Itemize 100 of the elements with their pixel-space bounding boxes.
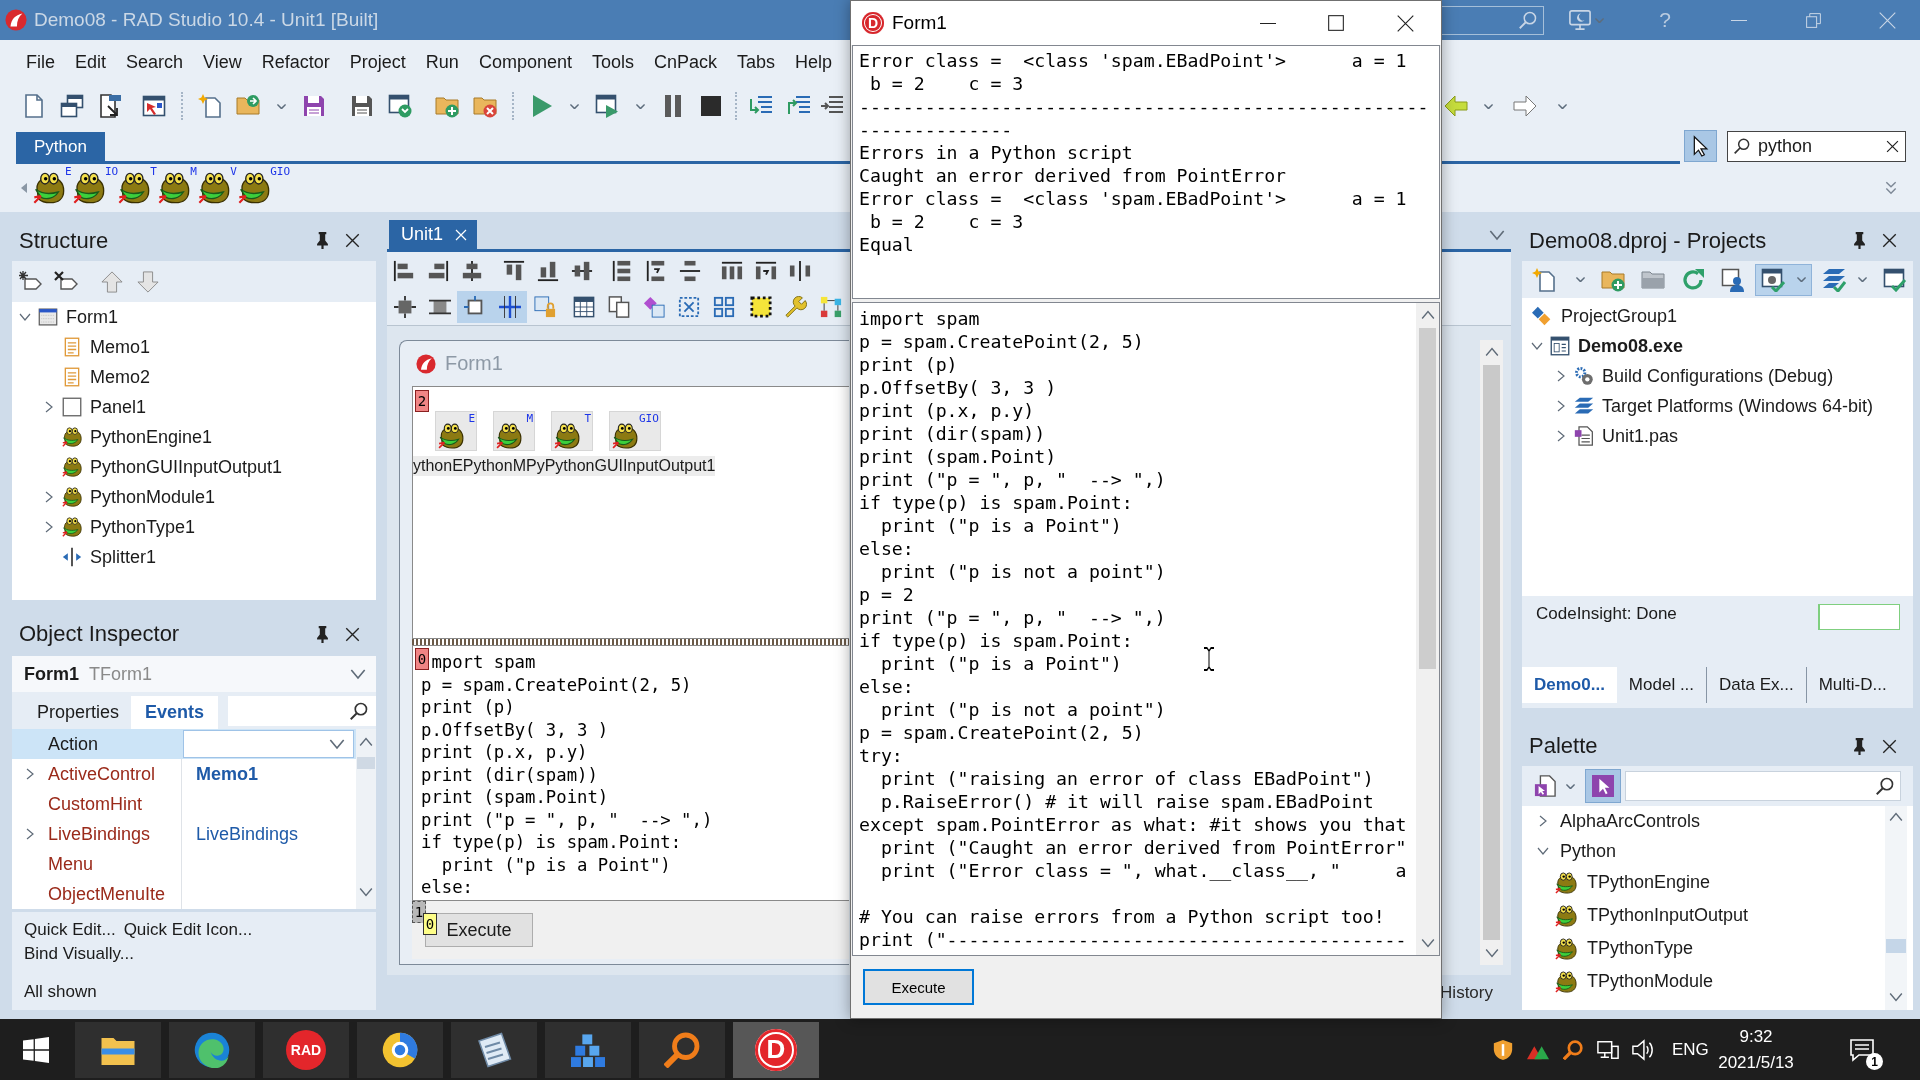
chevron-icon[interactable] bbox=[43, 401, 55, 413]
palette-group[interactable]: AlphaArcControls bbox=[1560, 810, 1701, 832]
chevron-up-icon[interactable] bbox=[359, 735, 373, 749]
chevron-icon[interactable] bbox=[24, 828, 36, 840]
palette-group[interactable]: Python bbox=[1560, 840, 1617, 862]
selection-icon[interactable] bbox=[749, 296, 772, 318]
tree-item[interactable]: ProjectGroup1 bbox=[1561, 305, 1678, 327]
close-icon[interactable] bbox=[345, 626, 360, 642]
caret-icon[interactable] bbox=[635, 103, 645, 109]
panel-tab[interactable]: Multi-D... bbox=[1805, 667, 1899, 703]
tree-item[interactable]: Build Configurations (Debug) bbox=[1602, 365, 1834, 387]
save-icon[interactable] bbox=[302, 94, 326, 118]
tree-item[interactable]: Demo08.exe bbox=[1578, 335, 1684, 357]
document-icon[interactable] bbox=[22, 94, 46, 118]
tree-item[interactable]: Memo2 bbox=[90, 366, 151, 388]
folder-remove-icon[interactable] bbox=[473, 94, 497, 118]
frog-icon[interactable] bbox=[158, 172, 191, 204]
palette-tab[interactable]: Python bbox=[16, 132, 105, 161]
frog-icon[interactable] bbox=[33, 172, 65, 204]
property-row[interactable]: Action bbox=[12, 729, 356, 759]
tree-item[interactable]: Memo1 bbox=[90, 336, 151, 358]
palette-item[interactable]: TPythonType bbox=[1587, 938, 1694, 959]
menu-item[interactable]: View bbox=[203, 51, 242, 73]
caret-icon[interactable] bbox=[1576, 277, 1585, 282]
toolbar-button[interactable] bbox=[1755, 263, 1812, 296]
chevron-icon[interactable] bbox=[19, 311, 31, 323]
folder-arrow-icon[interactable] bbox=[236, 94, 260, 118]
caret-icon[interactable] bbox=[569, 103, 579, 109]
tree-item[interactable]: PythonEngine1 bbox=[90, 426, 213, 448]
chevron-icon[interactable] bbox=[1537, 815, 1549, 827]
close-icon[interactable] bbox=[1882, 233, 1897, 248]
chevron-icon[interactable] bbox=[1531, 340, 1543, 352]
align-middle-icon[interactable] bbox=[571, 259, 593, 282]
dashed-square-icon[interactable] bbox=[677, 296, 700, 318]
frog-icon[interactable] bbox=[1555, 904, 1577, 927]
chevron-up-icon[interactable] bbox=[1420, 308, 1435, 322]
taskbar-button[interactable]: RAD bbox=[263, 1021, 349, 1078]
frog-icon[interactable] bbox=[118, 172, 151, 204]
close-icon[interactable] bbox=[1397, 14, 1414, 32]
menu-item[interactable]: Search bbox=[126, 51, 184, 73]
search-field[interactable]: python bbox=[1727, 130, 1906, 162]
pointer-button[interactable] bbox=[1684, 130, 1717, 162]
shapes-icon[interactable] bbox=[642, 296, 665, 318]
toolbar-button[interactable] bbox=[457, 291, 492, 323]
arrow-left-icon[interactable] bbox=[1444, 94, 1468, 118]
memo-field[interactable]: 0 mport spam p = spam.CreatePoint(2, 5) print (p) p.OffsetBy( 3, 3 ) print (p.x, p.y) print (dir(spam)) print (spam.Point) print ("p = ", p, " --> ",) if type(p) is spam.Point: print ("p is a Point") else: bbox=[412, 645, 849, 901]
caret-icon[interactable] bbox=[1566, 783, 1575, 789]
search-field[interactable] bbox=[228, 695, 376, 726]
menu-item[interactable]: Refactor bbox=[261, 51, 330, 73]
code-editor[interactable]: import spam p = spam.CreatePoint(2, 5) print (p) p.OffsetBy( 3, 3 ) print (p.x, p.y) print (dir(spam)) print (spam.Point) print ("p = ", p, " --> ",) if type(p) is spam.Point: print ("p is a Point") else: print ("p is not a point") p = 2 print ("p = ", p, " --> ",) if type(p) is spam.Point: print ("p is a Point") else: print ("p is not a point") p = spam.CreatePoint(2, 5) try: print ("raising an error of class EBadPoint") p.RaiseError() # it will raise spam.EBadPoint except spam.PointError as what: #it shows you that print ("Caught an error derived from PointError" print ("Error class = ", what.__class__, " a # You can raise errors from a Python script too! print ("------------------------------------------ bbox=[852, 302, 1440, 956]
left-triangle-icon[interactable] bbox=[21, 183, 27, 193]
clock-time[interactable]: 9:32 bbox=[1739, 1023, 1773, 1050]
menu-item[interactable]: CnPack bbox=[654, 51, 717, 73]
icon-tile[interactable]: T bbox=[551, 411, 593, 451]
search-field[interactable] bbox=[1442, 5, 1544, 35]
document-cursor-icon[interactable] bbox=[1534, 775, 1556, 797]
refresh-icon[interactable] bbox=[1681, 267, 1705, 292]
chevron-icon[interactable] bbox=[43, 521, 55, 533]
menu-item[interactable]: Tabs bbox=[737, 51, 776, 73]
layers-check-icon[interactable] bbox=[1822, 267, 1846, 292]
pin-icon[interactable] bbox=[316, 232, 329, 249]
grid-icon[interactable] bbox=[712, 296, 735, 318]
diagram-icon[interactable] bbox=[819, 296, 842, 318]
clear-icon[interactable] bbox=[1886, 139, 1899, 153]
magnifier-icon[interactable] bbox=[1562, 1039, 1583, 1060]
tree-item[interactable]: PythonType1 bbox=[90, 516, 196, 538]
caret-icon[interactable] bbox=[276, 103, 286, 109]
menu-item[interactable]: Edit bbox=[75, 51, 107, 73]
align-bottom-icon[interactable] bbox=[537, 259, 559, 282]
tree-item[interactable]: Splitter1 bbox=[90, 546, 157, 568]
chevron-icon[interactable] bbox=[1555, 430, 1567, 442]
frog-icon[interactable] bbox=[1555, 970, 1577, 993]
frog-icon[interactable] bbox=[1555, 871, 1577, 894]
spacing-icon[interactable] bbox=[679, 259, 701, 282]
volume-icon[interactable] bbox=[1631, 1038, 1654, 1061]
chevron-icon[interactable] bbox=[24, 768, 36, 780]
output-memo[interactable]: Error class = <class 'spam.EBadPoint'> a = 1 b = 2 c = 3 ---------------------------------------------------- -------------- Errors in a Python script Caught an error derived from PointError Error class = <class 'spam.EBadPoint'> a = 1 b = 2 c = 3 Equal bbox=[852, 45, 1440, 299]
panel-tab[interactable]: Demo0... bbox=[1522, 667, 1617, 703]
table-icon[interactable] bbox=[572, 296, 595, 318]
center-icon[interactable] bbox=[393, 296, 416, 318]
frog-icon[interactable] bbox=[1555, 937, 1577, 960]
scrollbar[interactable] bbox=[356, 729, 376, 909]
link[interactable]: Quick Edit Icon... bbox=[123, 918, 253, 942]
window-play-icon[interactable] bbox=[595, 94, 619, 118]
spacing-icon[interactable] bbox=[789, 259, 811, 282]
chevron-icon[interactable] bbox=[1555, 370, 1567, 382]
frog-icon[interactable] bbox=[238, 172, 271, 204]
palette-item[interactable]: TPythonEngine bbox=[1587, 872, 1711, 893]
scrollbar-thumb[interactable] bbox=[357, 757, 375, 769]
pin-icon[interactable] bbox=[1853, 737, 1866, 755]
minimize-icon[interactable] bbox=[1260, 22, 1276, 24]
toolbar-button[interactable] bbox=[492, 291, 527, 323]
inspector-tab[interactable]: Properties bbox=[25, 696, 132, 729]
link[interactable]: Bind Visually... bbox=[24, 942, 134, 966]
caret-icon[interactable] bbox=[1858, 277, 1867, 282]
stop-icon[interactable] bbox=[699, 94, 723, 118]
form-panel[interactable]: 2 E M T GIO ythonEPythonMPyPythonGUIInputOutput1 bbox=[412, 386, 849, 639]
windows-logo-icon[interactable] bbox=[23, 1036, 49, 1063]
document-arrow-icon[interactable] bbox=[98, 94, 122, 118]
icon-tile[interactable]: M bbox=[493, 411, 535, 451]
